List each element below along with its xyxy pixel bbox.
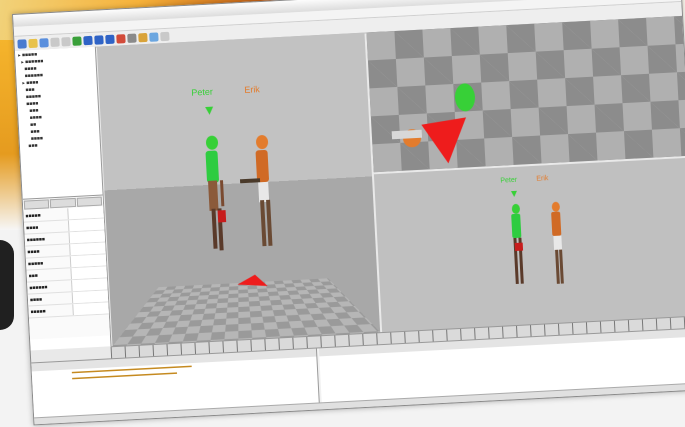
tab-properties[interactable] [23, 199, 50, 210]
grid-icon[interactable] [149, 31, 159, 42]
property-value[interactable] [67, 218, 105, 232]
property-value[interactable] [67, 206, 104, 220]
property-value[interactable] [69, 254, 107, 268]
tab-attributes[interactable] [50, 197, 76, 209]
workspace: ▸ ■■■■■ ▸ ■■■■■■ ■■■■ ■■■■■■ ▸ ■■■■ ■■■ … [14, 15, 685, 351]
property-key: ■■■■■ [25, 212, 41, 220]
property-key: ■■■■ [27, 248, 40, 256]
property-key: ■■■■■ [27, 260, 44, 267]
character-figures [205, 106, 273, 286]
redo-icon[interactable] [61, 36, 71, 46]
top-viewport[interactable] [366, 15, 685, 173]
new-file-icon[interactable] [17, 38, 27, 49]
property-key: ■■■ [28, 272, 38, 279]
property-value[interactable] [68, 230, 106, 244]
light-icon[interactable] [138, 32, 148, 42]
gizmo-cone [421, 117, 467, 164]
rewind-icon[interactable] [94, 34, 104, 45]
background-device-edge [0, 240, 14, 330]
front-viewport[interactable]: Peter Erik [373, 157, 685, 333]
camera-icon[interactable] [127, 33, 137, 43]
save-icon[interactable] [39, 37, 49, 48]
property-key: ■■■■■■ [29, 284, 48, 291]
top-view-figures [391, 83, 475, 164]
erik-figure [239, 135, 273, 247]
forward-icon[interactable] [105, 34, 115, 44]
peter-marker [205, 106, 214, 115]
property-key: ■■■■■ [30, 308, 46, 315]
application-window: ▸ ■■■■■ ▸ ■■■■■■ ■■■■ ■■■■■■ ▸ ■■■■ ■■■ … [12, 0, 685, 426]
property-value[interactable] [71, 278, 108, 292]
tab-events[interactable] [76, 196, 103, 207]
front-view-figures [510, 190, 564, 285]
property-value[interactable] [69, 242, 106, 256]
stop-icon[interactable] [83, 35, 93, 45]
properties-panel: ■■■■■ ■■■■ ■■■■■■ ■■■■ ■■■■■ ■■■ ■■■■■■ … [22, 194, 110, 340]
property-key: ■■■■ [29, 296, 43, 303]
perspective-viewport[interactable]: Peter Erik [96, 32, 381, 347]
property-value[interactable] [71, 290, 109, 304]
property-key: ■■■■ [26, 224, 39, 232]
property-key: ■■■■■■ [26, 236, 46, 244]
property-value[interactable] [70, 266, 107, 280]
undo-icon[interactable] [50, 37, 60, 47]
left-panel: ▸ ■■■■■ ▸ ■■■■■■ ■■■■ ■■■■■■ ▸ ■■■■ ■■■ … [14, 46, 112, 351]
play-icon[interactable] [72, 35, 82, 46]
peter-figure [205, 135, 227, 251]
peter-topdown [454, 83, 475, 112]
record-icon[interactable] [116, 33, 126, 44]
open-icon[interactable] [28, 38, 38, 48]
gizmo-red [237, 274, 268, 286]
settings-icon[interactable] [160, 31, 170, 41]
scene-tree[interactable]: ▸ ■■■■■ ▸ ■■■■■■ ■■■■ ■■■■■■ ▸ ■■■■ ■■■ … [15, 47, 102, 195]
property-value[interactable] [72, 302, 109, 316]
